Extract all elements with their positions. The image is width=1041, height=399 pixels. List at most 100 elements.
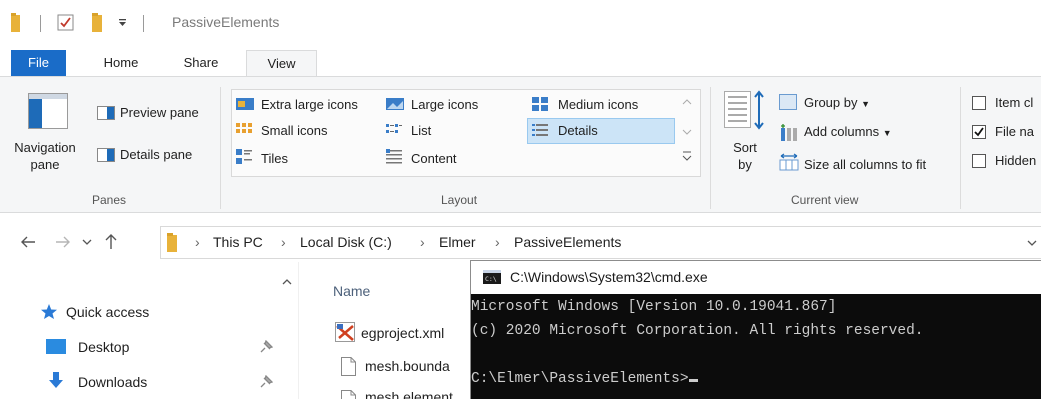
small-icons-icon [236, 123, 252, 133]
breadcrumb-passive-elements[interactable]: PassiveElements [514, 234, 621, 250]
title-bar: PassiveElements [0, 0, 1041, 46]
cmd-title-bar[interactable]: C:\ C:\Windows\System32\cmd.exe [471, 261, 1041, 294]
address-dropdown-icon[interactable] [1027, 239, 1037, 247]
cmd-window[interactable]: C:\ C:\Windows\System32\cmd.exe Microsof… [470, 260, 1041, 399]
tab-file[interactable]: File [11, 50, 66, 76]
nav-item-desktop[interactable]: Desktop [78, 339, 129, 355]
nav-item-quick-access[interactable]: Quick access [66, 304, 149, 320]
breadcrumb-separator: › [195, 234, 200, 250]
breadcrumb-separator: › [420, 234, 425, 250]
add-columns-label: Add columns [804, 124, 880, 139]
console-cursor [688, 379, 698, 382]
file-icon [341, 357, 356, 376]
downloads-icon [49, 372, 63, 388]
navigation-pane-label: Navigation pane [14, 140, 76, 172]
console-prompt-line: C:\Elmer\PassiveElements> [471, 371, 698, 387]
large-icons-option[interactable]: Large icons [411, 97, 478, 112]
back-icon[interactable] [20, 235, 36, 249]
navigation-pane-icon [28, 93, 68, 129]
add-columns-button[interactable]: Add columns ▼ [804, 124, 892, 139]
xml-file-icon [335, 322, 355, 342]
layout-group-label: Layout [441, 193, 478, 207]
large-icons-icon [386, 98, 404, 110]
checkmark-icon [974, 127, 984, 137]
details-label: Details [558, 123, 598, 138]
dropdown-icon: ▼ [882, 128, 892, 138]
tab-share[interactable]: Share [176, 50, 226, 76]
up-icon[interactable] [104, 233, 118, 250]
recent-locations-icon[interactable] [82, 238, 92, 246]
panes-group-label: Panes [92, 193, 127, 207]
cmd-console[interactable]: Microsoft Windows [Version 10.0.19041.86… [471, 294, 1041, 399]
hidden-items-checkbox[interactable] [972, 154, 986, 168]
medium-icons-option[interactable]: Medium icons [558, 97, 638, 112]
window-title: PassiveElements [172, 14, 280, 30]
separator [40, 15, 41, 32]
address-bar[interactable]: › This PC › Local Disk (C:) › Elmer › Pa… [160, 226, 1041, 259]
breadcrumb-this-pc[interactable]: This PC [213, 234, 263, 250]
file-item[interactable]: mesh.element [365, 389, 453, 399]
file-name-extensions-label: File na [995, 124, 1035, 139]
size-columns-icon [779, 153, 799, 171]
preview-pane-button[interactable]: Preview pane [120, 105, 199, 120]
svg-text:C:\: C:\ [485, 275, 497, 283]
tab-home[interactable]: Home [96, 50, 146, 76]
tiles-option[interactable]: Tiles [261, 151, 288, 166]
pin-icon[interactable] [259, 340, 273, 354]
divider [710, 87, 711, 209]
pin-icon[interactable] [259, 375, 273, 389]
breadcrumb-local-disk[interactable]: Local Disk (C:) [300, 234, 392, 250]
cmd-icon: C:\ [483, 270, 501, 284]
file-icon [341, 390, 356, 399]
star-icon [41, 304, 57, 319]
divider [960, 87, 961, 209]
name-column-header[interactable]: Name [333, 283, 370, 299]
preview-pane-icon [97, 106, 115, 120]
console-line: Microsoft Windows [Version 10.0.19041.86… [471, 299, 837, 315]
folder-icon [167, 233, 177, 252]
tiles-icon [236, 149, 252, 164]
ribbon-tabs: File Home Share View [0, 50, 1041, 77]
new-folder-icon[interactable] [92, 13, 104, 33]
content-icon [386, 149, 402, 164]
details-pane-button[interactable]: Details pane [120, 147, 192, 162]
sort-by-button[interactable]: Sort by [727, 139, 763, 173]
breadcrumb-elmer[interactable]: Elmer [439, 234, 476, 250]
hidden-items-label: Hidden [995, 153, 1037, 168]
item-checkboxes-checkbox[interactable] [972, 96, 986, 110]
details-option[interactable] [527, 118, 675, 144]
current-view-group-label: Current view [791, 193, 859, 207]
console-prompt: C:\Elmer\PassiveElements> [471, 371, 689, 387]
extra-large-icons-icon [236, 98, 254, 110]
scroll-up-icon[interactable] [282, 278, 292, 286]
forward-icon[interactable] [55, 235, 71, 249]
group-by-label: Group by [804, 95, 858, 110]
divider [220, 87, 221, 209]
file-item[interactable]: mesh.bounda [365, 358, 450, 374]
group-by-button[interactable]: Group by ▼ [804, 95, 870, 110]
extra-large-icons-option[interactable]: Extra large icons [261, 97, 358, 112]
details-pane-icon [97, 148, 115, 162]
gallery-scroll-arrows-icon [682, 99, 692, 161]
ribbon: Navigation pane Preview pane Details pan… [0, 76, 1041, 213]
list-icon [386, 124, 402, 133]
file-item[interactable]: egproject.xml [361, 325, 444, 341]
sort-by-label: Sort by [733, 140, 757, 172]
properties-icon[interactable] [57, 14, 75, 32]
small-icons-option[interactable]: Small icons [261, 123, 327, 138]
layout-gallery-scroll[interactable] [680, 92, 694, 172]
add-columns-icon [781, 124, 797, 141]
medium-icons-icon [532, 97, 548, 111]
console-line: (c) 2020 Microsoft Corporation. All righ… [471, 323, 924, 339]
size-all-columns-button[interactable]: Size all columns to fit [804, 157, 926, 172]
desktop-icon [46, 339, 66, 354]
file-name-extensions-checkbox[interactable] [972, 125, 986, 139]
customize-toolbar-icon[interactable] [118, 18, 128, 28]
list-option[interactable]: List [411, 123, 431, 138]
content-option[interactable]: Content [411, 151, 457, 166]
navigation-pane-button[interactable]: Navigation pane [10, 139, 80, 173]
group-by-icon [779, 94, 797, 110]
nav-item-downloads[interactable]: Downloads [78, 374, 147, 390]
separator [143, 15, 144, 32]
tab-view[interactable]: View [246, 50, 317, 77]
